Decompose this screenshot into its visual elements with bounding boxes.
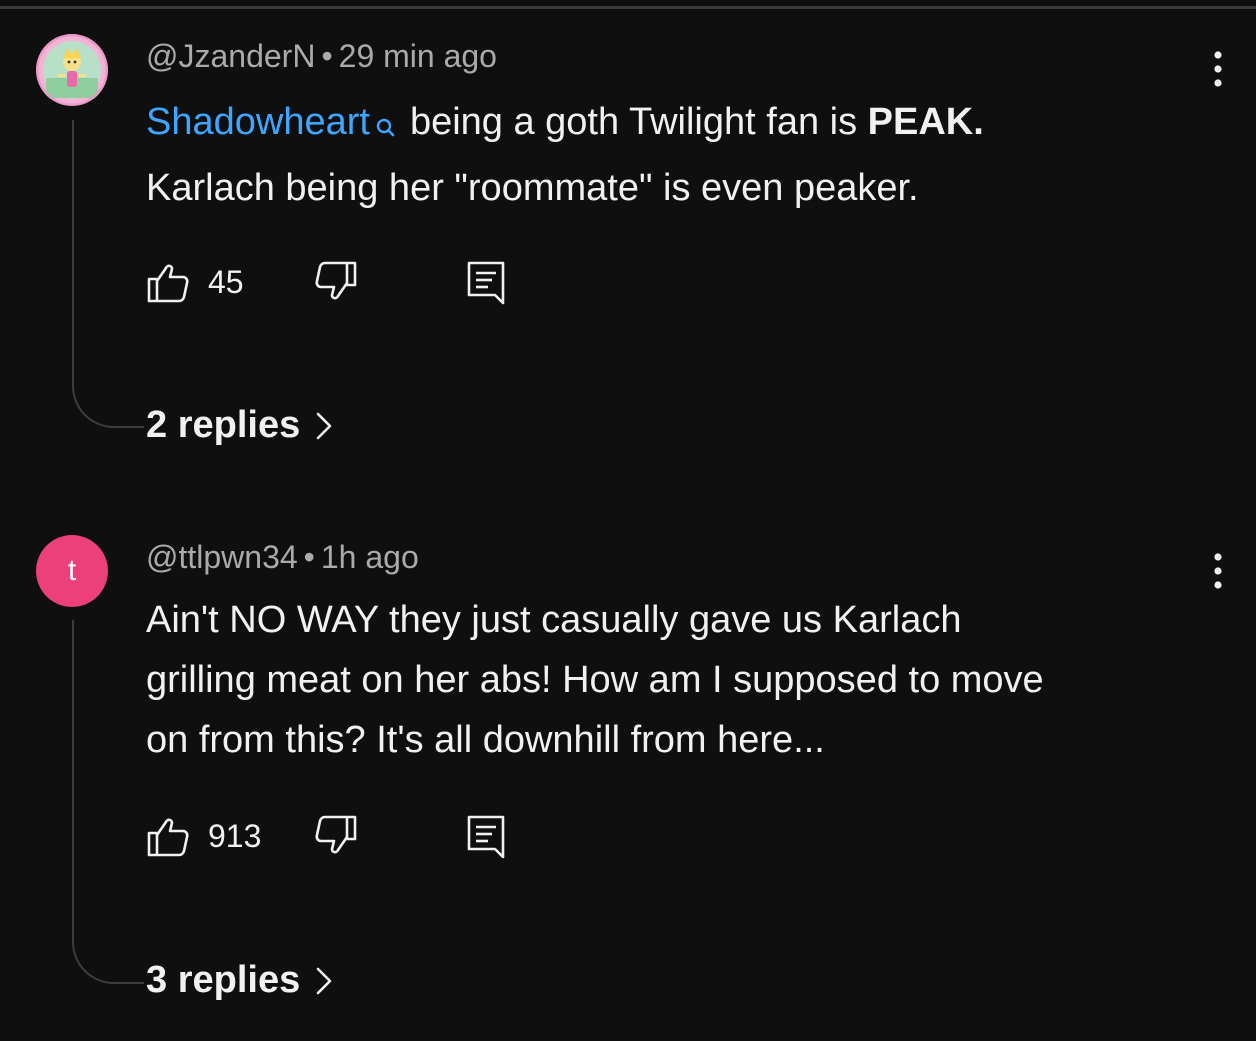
replies-button[interactable]: 3 replies	[146, 959, 334, 1002]
comment-body: Ain't NO WAY they just casually gave us …	[146, 590, 1044, 770]
thumbs-up-icon	[147, 818, 189, 857]
avatar-letter: t	[67, 554, 77, 587]
comment-line: on from this? It's all downhill from her…	[146, 719, 825, 761]
comment-line: Shadowheart being a goth Twilight fan is …	[146, 92, 984, 158]
more-button[interactable]	[1204, 550, 1232, 594]
thumbs-up-icon	[147, 264, 189, 303]
thread-line	[72, 620, 144, 984]
comment-line: grilling meat on her abs! How am I suppo…	[146, 659, 1044, 701]
comment-author[interactable]: @JzanderN	[146, 38, 315, 74]
reply-button[interactable]	[466, 260, 506, 306]
replies-button[interactable]: 2 replies	[146, 404, 334, 447]
avatar[interactable]: t	[36, 535, 108, 607]
profile-picture-icon	[36, 34, 108, 106]
reply-button[interactable]	[466, 814, 506, 860]
comment-meta: @JzanderN • 29 min ago	[146, 38, 497, 75]
like-count: 913	[208, 817, 262, 854]
like-count: 45	[208, 263, 244, 300]
comment-time: 1h ago	[320, 539, 419, 575]
thread-line	[72, 120, 144, 428]
more-vertical-icon	[1214, 553, 1222, 589]
comment-line: Karlach being her "roommate" is even pea…	[146, 167, 919, 209]
comment-author[interactable]: @ttlpwn34	[146, 539, 298, 575]
thumbs-down-icon	[315, 261, 357, 300]
like-button[interactable]: 45	[146, 260, 244, 304]
comment-meta: @ttlpwn34 • 1h ago	[146, 539, 419, 576]
more-button[interactable]	[1204, 48, 1232, 92]
search-icon[interactable]	[376, 98, 396, 158]
comment-line: Ain't NO WAY they just casually gave us …	[146, 599, 962, 641]
comment-reply-icon	[467, 261, 505, 305]
comment-reply-icon	[467, 815, 505, 859]
meta-separator: •	[303, 539, 315, 575]
comment-text-bold: PEAK.	[867, 101, 984, 143]
avatar[interactable]	[36, 34, 108, 106]
meta-separator: •	[321, 38, 333, 74]
chevron-right-icon	[316, 412, 332, 439]
search-link[interactable]: Shadowheart	[146, 101, 370, 143]
top-divider	[0, 6, 1256, 9]
comment-body: Shadowheart being a goth Twilight fan is …	[146, 92, 984, 218]
dislike-button[interactable]	[314, 814, 358, 858]
like-button[interactable]: 913	[146, 814, 261, 858]
dislike-button[interactable]	[314, 260, 358, 304]
chevron-right-icon	[316, 967, 332, 994]
thumbs-down-icon	[315, 815, 357, 854]
comment-time: 29 min ago	[338, 38, 497, 74]
replies-label: 3 replies	[146, 959, 301, 1001]
more-vertical-icon	[1214, 51, 1222, 87]
comment-text: being a goth Twilight fan is	[409, 101, 868, 143]
replies-label: 2 replies	[146, 404, 301, 446]
